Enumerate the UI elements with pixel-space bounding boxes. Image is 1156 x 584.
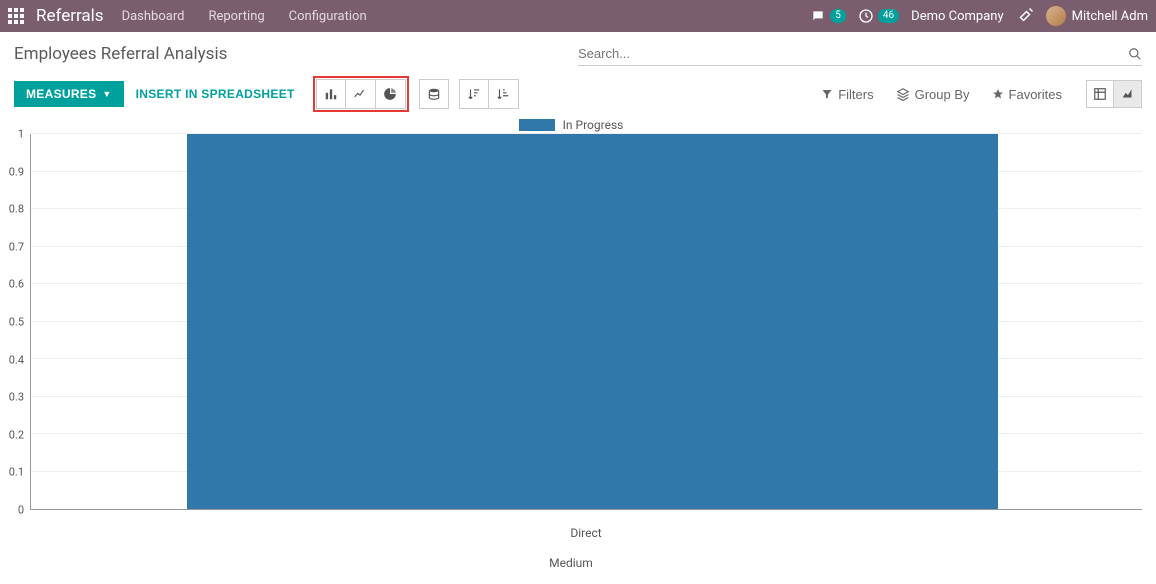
y-tick: 0.4 <box>0 353 24 366</box>
search-icon[interactable] <box>1128 47 1142 61</box>
filters-button[interactable]: Filters <box>821 87 873 102</box>
chart: 00.10.20.30.40.50.60.70.80.91 Direct <box>26 134 1142 534</box>
plot-area <box>30 134 1142 510</box>
y-tick: 0 <box>0 504 24 517</box>
y-tick: 0.7 <box>0 240 24 253</box>
filter-group: Filters Group By Favorites <box>821 87 1062 102</box>
legend-swatch <box>519 119 555 131</box>
debug-button[interactable] <box>1016 7 1034 25</box>
y-tick: 0.3 <box>0 391 24 404</box>
groupby-label: Group By <box>915 87 970 102</box>
chart-area: In Progress 00.10.20.30.40.50.60.70.80.9… <box>0 112 1156 584</box>
messages-count: 5 <box>830 9 846 23</box>
graph-view-button[interactable] <box>1114 80 1142 108</box>
bar[interactable] <box>187 134 998 509</box>
topbar-right: 5 46 Demo Company Mitchell Adm <box>810 6 1148 26</box>
x-axis-title: Medium <box>0 556 1142 570</box>
measures-label: MEASURES <box>26 87 96 101</box>
nav-dashboard[interactable]: Dashboard <box>122 9 185 24</box>
wrench-icon <box>1016 7 1034 25</box>
area-chart-icon <box>1121 87 1135 101</box>
cp-row-title-search: Employees Referral Analysis <box>14 42 1142 66</box>
chart-type-group <box>316 79 406 109</box>
y-tick: 0.6 <box>0 278 24 291</box>
pie-chart-button[interactable] <box>376 79 406 109</box>
activities-button[interactable]: 46 <box>858 8 899 24</box>
y-axis: 00.10.20.30.40.50.60.70.80.91 <box>0 134 24 510</box>
chart-legend: In Progress <box>0 118 1142 132</box>
clock-icon <box>858 8 874 24</box>
topbar-left: Referrals Dashboard Reporting Configurat… <box>8 6 385 26</box>
avatar <box>1046 6 1066 26</box>
funnel-icon <box>821 88 833 100</box>
bar-chart-button[interactable] <box>316 79 346 109</box>
user-name: Mitchell Adm <box>1072 9 1148 24</box>
caret-down-icon: ▼ <box>102 89 111 99</box>
apps-icon[interactable] <box>8 8 24 24</box>
chat-icon <box>810 9 826 23</box>
y-tick: 1 <box>0 128 24 141</box>
line-chart-icon <box>353 87 367 101</box>
sort-asc-button[interactable] <box>489 79 519 109</box>
bar-chart-icon <box>324 87 338 101</box>
y-tick: 0.5 <box>0 316 24 329</box>
user-menu[interactable]: Mitchell Adm <box>1046 6 1148 26</box>
highlighted-chart-type-group <box>313 76 409 112</box>
favorites-button[interactable]: Favorites <box>992 87 1062 102</box>
line-chart-button[interactable] <box>346 79 376 109</box>
sort-desc-button[interactable] <box>459 79 489 109</box>
sort-group <box>459 79 519 109</box>
topbar: Referrals Dashboard Reporting Configurat… <box>0 0 1156 32</box>
y-tick: 0.2 <box>0 428 24 441</box>
measures-button[interactable]: MEASURES ▼ <box>14 81 124 107</box>
pivot-view-button[interactable] <box>1086 80 1114 108</box>
favorites-label: Favorites <box>1009 87 1062 102</box>
y-tick: 0.8 <box>0 203 24 216</box>
groupby-button[interactable]: Group By <box>896 87 970 102</box>
sort-desc-icon <box>467 87 481 101</box>
view-switcher <box>1086 80 1142 108</box>
cp-row-toolbar: MEASURES ▼ INSERT IN SPREADSHEET <box>14 76 1142 112</box>
search-wrap <box>578 42 1142 66</box>
company-switcher[interactable]: Demo Company <box>911 9 1003 24</box>
filters-label: Filters <box>838 87 873 102</box>
legend-label: In Progress <box>563 118 624 132</box>
y-tick: 0.9 <box>0 165 24 178</box>
nav-configuration[interactable]: Configuration <box>289 9 367 24</box>
stack-icon <box>427 87 441 101</box>
app-brand[interactable]: Referrals <box>36 6 104 26</box>
layers-icon <box>896 87 910 101</box>
x-tick-label: Direct <box>30 526 1142 540</box>
y-tick: 0.1 <box>0 466 24 479</box>
star-icon <box>992 88 1004 100</box>
search-input[interactable] <box>578 42 1128 65</box>
stacked-button[interactable] <box>419 79 449 109</box>
activities-count: 46 <box>878 9 899 23</box>
messages-button[interactable]: 5 <box>810 9 846 23</box>
insert-spreadsheet-button[interactable]: INSERT IN SPREADSHEET <box>124 81 307 107</box>
nav-reporting[interactable]: Reporting <box>208 9 264 24</box>
pivot-icon <box>1093 87 1107 101</box>
sort-asc-icon <box>496 87 510 101</box>
control-panel: Employees Referral Analysis MEASURES ▼ I… <box>0 32 1156 112</box>
page-title: Employees Referral Analysis <box>14 44 578 64</box>
pie-chart-icon <box>383 87 397 101</box>
